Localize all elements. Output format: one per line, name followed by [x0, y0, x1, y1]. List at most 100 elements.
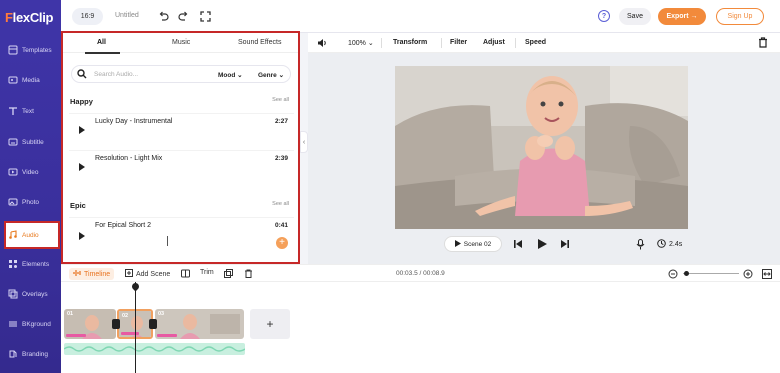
- help-icon[interactable]: ?: [598, 10, 610, 22]
- sidebar-item-label: Overlays: [22, 290, 48, 298]
- scene-clip[interactable]: 01: [64, 309, 116, 339]
- see-all-epic-link[interactable]: See all: [272, 201, 289, 207]
- timeline-toggle[interactable]: Timeline: [69, 268, 115, 280]
- playhead[interactable]: [135, 282, 136, 373]
- sign-up-button[interactable]: Sign Up: [716, 8, 764, 25]
- scene-selector[interactable]: Scene 02: [444, 236, 502, 252]
- transition-handle[interactable]: [149, 319, 157, 329]
- transition-handle[interactable]: [112, 319, 120, 329]
- clip-number: 02: [122, 313, 129, 319]
- save-button[interactable]: Save: [619, 8, 651, 25]
- project-title[interactable]: Untitled: [115, 12, 139, 19]
- audio-search-bar: Mood ⌄ Genre ⌄: [71, 65, 291, 83]
- photo-icon: [8, 197, 18, 207]
- audio-track[interactable]: [64, 343, 245, 355]
- scene-clip[interactable]: 03: [155, 309, 244, 339]
- mood-dropdown[interactable]: Mood ⌄: [218, 71, 243, 79]
- play-icon[interactable]: [79, 126, 85, 134]
- add-scene-button[interactable]: Add Scene: [125, 269, 170, 279]
- adjust-button[interactable]: Adjust: [483, 39, 505, 46]
- zoom-in-icon[interactable]: [743, 269, 753, 281]
- add-scene-icon: [125, 269, 133, 279]
- clip-number: 03: [158, 311, 165, 317]
- zoom-slider-track[interactable]: [683, 273, 739, 274]
- tab-sound-effects[interactable]: Sound Effects: [238, 39, 281, 46]
- video-preview[interactable]: [395, 66, 688, 229]
- play-icon[interactable]: [79, 163, 85, 171]
- see-all-happy-link[interactable]: See all: [272, 97, 289, 103]
- sidebar-item-subtitle[interactable]: Subtitle: [0, 128, 61, 156]
- next-scene-icon[interactable]: [561, 240, 569, 250]
- trim-button[interactable]: Trim: [200, 269, 214, 276]
- sidebar-item-templates[interactable]: Templates: [0, 36, 61, 64]
- transform-button[interactable]: Transform: [393, 39, 427, 46]
- scene-duration[interactable]: 2.4s: [657, 239, 682, 250]
- track-duration: 2:27: [274, 118, 288, 125]
- clip-number: 01: [67, 311, 74, 317]
- sidebar-item-text[interactable]: Text: [0, 97, 61, 125]
- logo-text: lexClip: [12, 10, 54, 25]
- sidebar-item-overlays[interactable]: Overlays: [0, 280, 61, 308]
- microphone-icon[interactable]: [636, 239, 645, 252]
- redo-icon[interactable]: [177, 10, 189, 22]
- branding-icon: [8, 349, 18, 359]
- fullscreen-icon[interactable]: [199, 10, 211, 22]
- add-track-button[interactable]: +: [276, 237, 288, 249]
- toolbar-divider: [381, 38, 382, 48]
- app-logo[interactable]: FlexClip: [5, 10, 53, 25]
- tab-all[interactable]: All: [97, 39, 106, 46]
- trash-icon[interactable]: [758, 37, 768, 50]
- filter-button[interactable]: Filter: [450, 39, 467, 46]
- undo-icon[interactable]: [157, 10, 169, 22]
- tab-music[interactable]: Music: [172, 39, 190, 46]
- previous-scene-icon[interactable]: [514, 240, 522, 250]
- sidebar-item-elements[interactable]: Elements: [0, 250, 61, 278]
- baby-on-sofa-image: [395, 66, 688, 229]
- audio-tabs: All Music Sound Effects: [63, 33, 298, 54]
- sidebar-item-media[interactable]: Media: [0, 66, 61, 94]
- collapse-panel-button[interactable]: ‹: [300, 131, 308, 153]
- genre-dropdown[interactable]: Genre ⌄: [258, 71, 284, 79]
- zoom-slider-handle[interactable]: [683, 271, 689, 276]
- audio-track-item[interactable]: Lucky Day - Instrumental 2:27: [69, 113, 294, 145]
- preview-canvas: Scene 02 2.4s: [308, 53, 780, 264]
- speed-button[interactable]: Speed: [525, 39, 546, 46]
- audio-track-item[interactable]: Resolution - Light Mix 2:39: [69, 150, 294, 182]
- play-button-icon[interactable]: [538, 239, 547, 251]
- playhead-handle[interactable]: [130, 281, 141, 292]
- volume-icon[interactable]: [317, 38, 328, 50]
- sidebar-item-label: BKground: [22, 320, 51, 328]
- sidebar-item-video[interactable]: Video: [0, 158, 61, 186]
- sidebar-item-label: Audio: [22, 231, 39, 239]
- sidebar-item-label: Subtitle: [22, 138, 44, 146]
- player-controls: Scene 02: [444, 236, 582, 252]
- sidebar-item-branding[interactable]: Branding: [0, 340, 61, 368]
- sidebar-item-background[interactable]: BKground: [0, 310, 61, 338]
- sidebar-item-audio[interactable]: Audio: [4, 221, 60, 249]
- delete-scene-icon[interactable]: [244, 269, 253, 280]
- export-button[interactable]: Export →: [658, 8, 706, 25]
- genre-dropdown-label: Genre: [258, 72, 277, 79]
- audio-track-item[interactable]: For Epical Short 2 0:41 +: [69, 217, 294, 262]
- scene-duration-value: 2.4s: [669, 241, 683, 248]
- logo-mark: F: [5, 10, 13, 25]
- background-icon: [8, 319, 18, 329]
- top-bar: 16:9 Untitled ? Save Export → Sign Up: [61, 0, 780, 33]
- text-icon: [8, 106, 18, 116]
- sidebar-item-photo[interactable]: Photo: [0, 188, 61, 216]
- play-icon[interactable]: [79, 232, 85, 240]
- add-clip-button[interactable]: +: [250, 309, 290, 339]
- duplicate-icon[interactable]: [224, 269, 233, 280]
- timeline-label: Timeline: [84, 270, 111, 278]
- zoom-dropdown[interactable]: 100% ⌄: [348, 39, 374, 47]
- aspect-ratio-button[interactable]: 16:9: [72, 8, 103, 25]
- audio-panel: All Music Sound Effects Mood ⌄ Genre ⌄ H…: [61, 31, 300, 264]
- zoom-out-icon[interactable]: [668, 269, 678, 281]
- track-duration: 0:41: [274, 222, 288, 229]
- search-input[interactable]: [94, 69, 204, 80]
- toolbar-divider: [515, 38, 516, 48]
- sidebar-item-label: Media: [22, 76, 40, 84]
- fit-timeline-icon[interactable]: [762, 269, 772, 281]
- search-icon: [77, 69, 87, 81]
- split-icon[interactable]: [181, 269, 190, 280]
